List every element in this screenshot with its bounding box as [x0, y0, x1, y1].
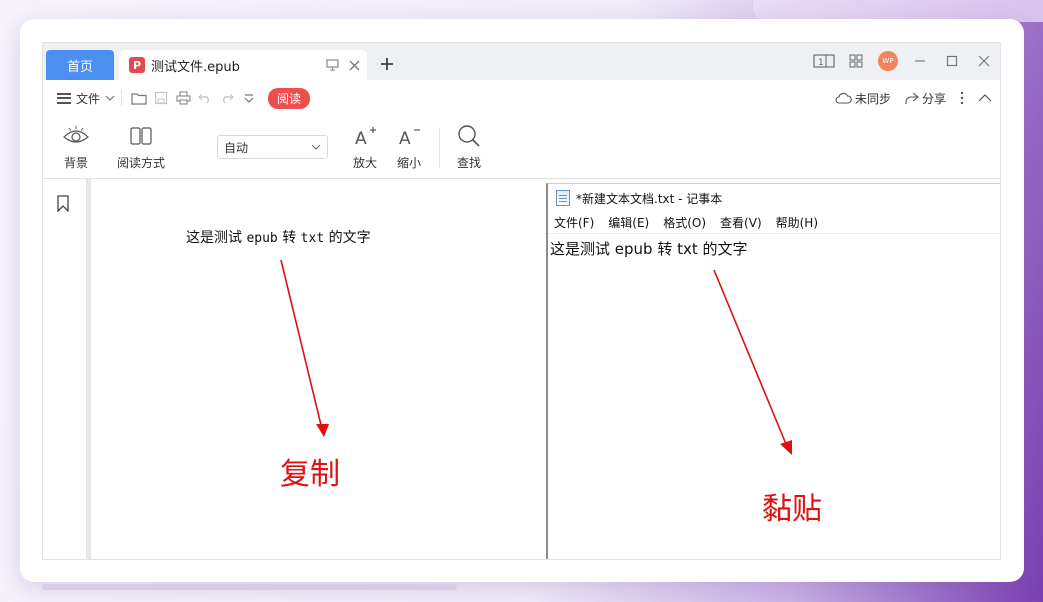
- zoom-out-button[interactable]: A 缩小: [397, 122, 421, 171]
- document-text-segment: epub: [246, 231, 278, 246]
- share-label: 分享: [921, 91, 946, 106]
- ribbon-toolbar: 背景 阅读方式 自动 A 放大 A 缩小 查找: [43, 116, 1000, 179]
- close-window-icon[interactable]: [972, 49, 996, 73]
- menu-bar: 文件 阅读 未同步 分享: [43, 80, 1000, 116]
- divider: [121, 90, 123, 106]
- tab-document[interactable]: P 测试文件.epub: [119, 50, 367, 80]
- save-icon[interactable]: [150, 87, 172, 109]
- page-divider: [87, 179, 91, 559]
- bookmark-icon[interactable]: [57, 195, 69, 213]
- find-button[interactable]: 查找: [457, 122, 481, 171]
- notepad-menu-file[interactable]: 文件(F): [554, 214, 594, 231]
- file-menu[interactable]: 文件: [57, 90, 115, 107]
- background-strip: [42, 584, 457, 590]
- more-options-icon[interactable]: [960, 91, 964, 105]
- notepad-menu-edit[interactable]: 编辑(E): [608, 214, 649, 231]
- left-sidebar: [43, 179, 87, 559]
- zoom-select[interactable]: 自动: [217, 135, 328, 159]
- notepad-title: *新建文本文档.txt - 记事本: [576, 191, 723, 206]
- tab-bar: 首页 P 测试文件.epub 1 WP: [43, 43, 1000, 80]
- chevron-down-icon: [105, 95, 115, 101]
- redo-icon[interactable]: [216, 87, 238, 109]
- user-avatar[interactable]: WP: [876, 49, 900, 73]
- wps-reader-window: 首页 P 测试文件.epub 1 WP 文件 阅读 未同步 分享 背景 阅读方式…: [42, 42, 1001, 560]
- notepad-menu-bar: 文件(F) 编辑(E) 格式(O) 查看(V) 帮助(H): [548, 212, 1000, 234]
- notepad-menu-help[interactable]: 帮助(H): [776, 214, 818, 231]
- minimize-icon[interactable]: [908, 49, 932, 73]
- divider: [439, 128, 440, 168]
- print-icon[interactable]: [172, 87, 194, 109]
- read-mode-badge[interactable]: 阅读: [268, 87, 311, 109]
- reading-mode-label: 阅读方式: [117, 156, 166, 170]
- search-icon: [457, 122, 481, 150]
- maximize-icon[interactable]: [940, 49, 964, 73]
- grid-apps-icon[interactable]: [844, 49, 868, 73]
- background-button[interactable]: 背景: [63, 122, 89, 171]
- collapse-ribbon-icon[interactable]: [978, 94, 992, 102]
- svg-text:A: A: [355, 129, 367, 146]
- zoom-in-button[interactable]: A 放大: [353, 122, 377, 171]
- close-tab-icon[interactable]: [345, 56, 363, 74]
- find-label: 查找: [457, 156, 482, 170]
- zoom-out-icon: A: [398, 122, 420, 150]
- document-text-segment: 转: [282, 230, 297, 246]
- notepad-icon: [556, 190, 570, 206]
- notepad-menu-format[interactable]: 格式(O): [663, 214, 706, 231]
- document-text[interactable]: 这是测试 epub 转 txt 的文字: [186, 227, 371, 247]
- svg-text:1: 1: [818, 58, 824, 68]
- document-text-segment: txt: [300, 231, 325, 246]
- book-icon: [129, 122, 153, 150]
- paste-annotation: 黏贴: [762, 492, 822, 527]
- single-page-view-icon[interactable]: 1: [812, 49, 836, 73]
- window-controls: 1 WP: [812, 49, 996, 73]
- epub-file-icon: P: [129, 57, 145, 73]
- hamburger-icon: [57, 92, 71, 104]
- notepad-title-bar: *新建文本文档.txt - 记事本: [548, 184, 1000, 212]
- undo-icon[interactable]: [194, 87, 216, 109]
- more-dropdown-icon[interactable]: [238, 87, 260, 109]
- reading-mode-button[interactable]: 阅读方式: [117, 122, 165, 171]
- sync-status-label: 未同步: [854, 91, 891, 106]
- share-icon: [905, 92, 919, 104]
- background-label: 背景: [63, 156, 88, 170]
- copy-annotation: 复制: [280, 457, 340, 492]
- menu-right: 未同步 分享: [835, 80, 992, 116]
- sync-status[interactable]: 未同步: [835, 90, 891, 107]
- monitor-icon[interactable]: [323, 56, 341, 74]
- zoom-select-value: 自动: [224, 140, 249, 155]
- cloud-icon: [835, 92, 852, 104]
- file-menu-label: 文件: [76, 91, 101, 106]
- zoom-out-label: 缩小: [397, 156, 422, 170]
- notepad-menu-view[interactable]: 查看(V): [720, 214, 762, 231]
- new-tab-button[interactable]: [376, 53, 398, 75]
- share-button[interactable]: 分享: [905, 90, 946, 107]
- zoom-in-icon: A: [354, 122, 376, 150]
- tab-document-label: 测试文件.epub: [151, 59, 240, 75]
- document-text-segment: 的文字: [328, 230, 371, 246]
- notepad-text-area[interactable]: 这是测试 epub 转 txt 的文字: [550, 238, 748, 259]
- reader-content: 这是测试 epub 转 txt 的文字 *新建文本文档.txt - 记事本 文件…: [43, 179, 1000, 559]
- eye-icon: [63, 122, 89, 150]
- document-text-segment: 这是测试: [186, 230, 242, 246]
- svg-text:A: A: [399, 129, 411, 146]
- chevron-down-icon: [311, 140, 321, 153]
- open-folder-icon[interactable]: [128, 87, 150, 109]
- avatar: WP: [878, 51, 898, 71]
- zoom-in-label: 放大: [353, 156, 378, 170]
- tab-home[interactable]: 首页: [46, 50, 114, 80]
